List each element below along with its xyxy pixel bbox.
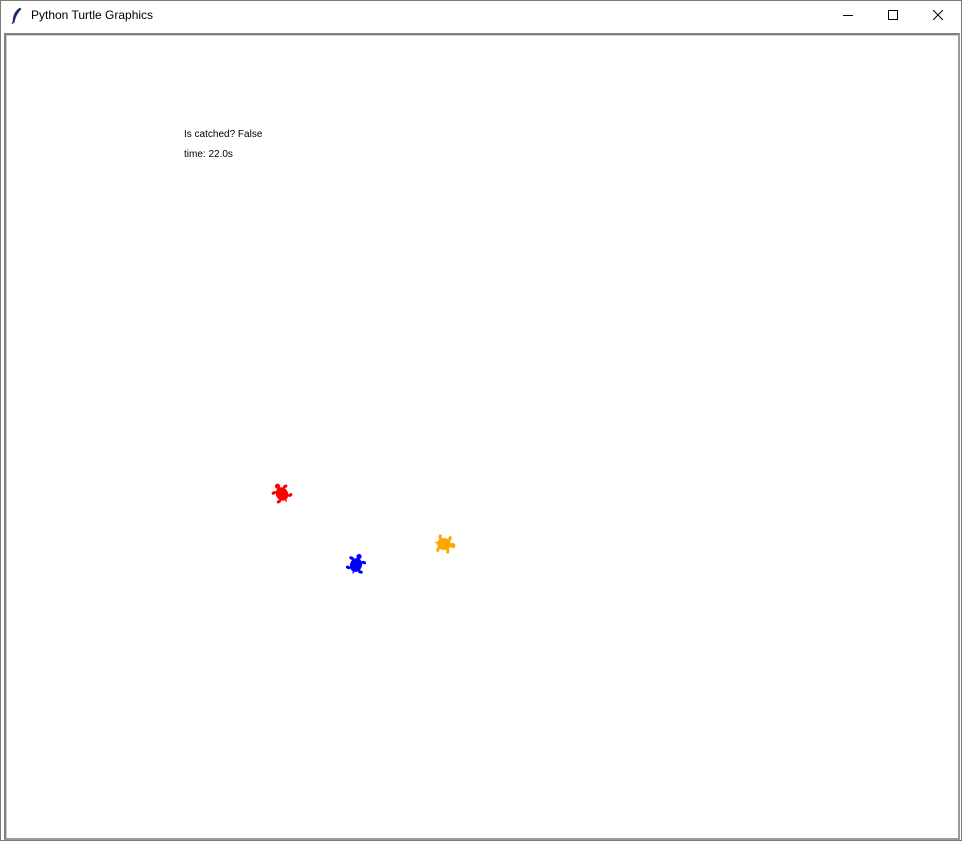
minimize-icon <box>843 7 853 25</box>
close-button[interactable] <box>915 1 961 31</box>
maximize-icon <box>888 7 898 25</box>
minimize-button[interactable] <box>825 1 871 31</box>
elapsed-time-text: time: 22.0s <box>184 149 233 160</box>
close-icon <box>932 7 944 25</box>
maximize-button[interactable] <box>870 1 916 31</box>
blue-turtle <box>343 552 369 578</box>
title-bar[interactable]: Python Turtle Graphics <box>1 1 961 31</box>
window-title: Python Turtle Graphics <box>31 8 154 22</box>
red-turtle-shape <box>271 483 293 504</box>
feather-icon <box>9 7 25 25</box>
red-turtle <box>269 481 295 507</box>
orange-turtle <box>431 531 457 557</box>
canvas-surface <box>6 35 958 838</box>
orange-turtle-shape <box>434 534 456 554</box>
blue-turtle-shape <box>345 553 367 575</box>
caught-status-text: Is catched? False <box>184 129 263 140</box>
turtle-graphics-window: Python Turtle Graphics Is catched? False… <box>0 0 962 841</box>
turtle-canvas[interactable]: Is catched? False time: 22.0s <box>4 33 960 840</box>
